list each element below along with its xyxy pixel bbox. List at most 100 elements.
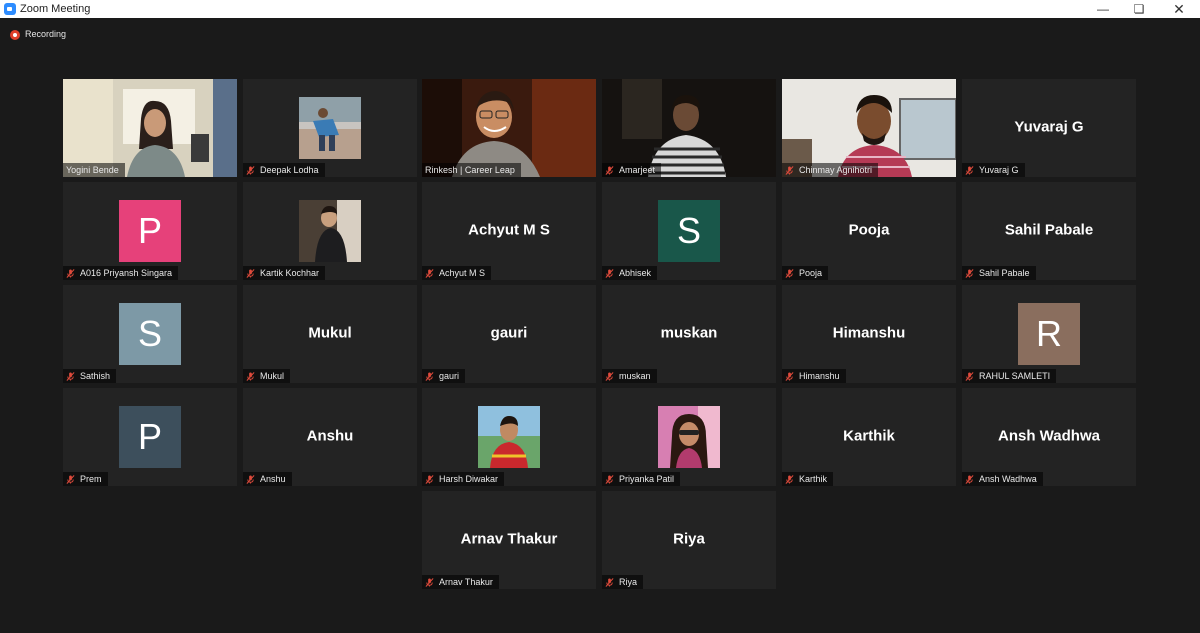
participant-avatar: P [119, 200, 181, 262]
minimize-button[interactable]: — [1086, 0, 1120, 18]
participant-name: Deepak Lodha [260, 165, 319, 175]
participant-name: muskan [619, 371, 651, 381]
mic-muted-icon [965, 166, 974, 175]
participant-name-tag: Sathish [63, 369, 117, 383]
participant-name-tag: Sahil Pabale [962, 266, 1036, 280]
mic-muted-icon [66, 269, 75, 278]
participant-name: Prem [80, 474, 102, 484]
participant-name-tag: Anshu [243, 472, 292, 486]
participant-tile[interactable]: Ansh Wadhwa Ansh Wadhwa [962, 388, 1136, 486]
participant-name: Ansh Wadhwa [979, 474, 1037, 484]
participant-tile[interactable]: Priyanka Patil [602, 388, 776, 486]
participant-name-tag: Prem [63, 472, 108, 486]
participant-tile[interactable]: Mukul Mukul [243, 285, 417, 383]
participant-name-tag: Kartik Kochhar [243, 266, 326, 280]
mic-muted-icon [605, 166, 614, 175]
participant-tile[interactable]: Amarjeet [602, 79, 776, 177]
participant-avatar-photo [478, 406, 540, 468]
participant-name: Rinkesh | Career Leap [425, 165, 515, 175]
mic-muted-icon [605, 372, 614, 381]
mic-muted-icon [246, 372, 255, 381]
participant-tile[interactable]: gauri gauri [422, 285, 596, 383]
participant-tile[interactable]: Achyut M S Achyut M S [422, 182, 596, 280]
participant-avatar-photo [658, 406, 720, 468]
participant-name-tag: Arnav Thakur [422, 575, 499, 589]
participant-tile[interactable]: Yuvaraj G Yuvaraj G [962, 79, 1136, 177]
participant-tile[interactable]: S Sathish [63, 285, 237, 383]
participant-tile[interactable]: Harsh Diwakar [422, 388, 596, 486]
participant-display-name: Riya [673, 530, 705, 548]
participant-tile[interactable]: S Abhisek [602, 182, 776, 280]
participant-name: Chinmay Agnihotri [799, 165, 873, 175]
participant-name-tag: Amarjeet [602, 163, 662, 177]
participant-tile-active-speaker[interactable]: Rinkesh | Career Leap [422, 79, 596, 177]
participant-name: Yuvaraj G [979, 165, 1019, 175]
participant-tile[interactable]: Deepak Lodha [243, 79, 417, 177]
participant-tile[interactable]: R RAHUL SAMLETI [962, 285, 1136, 383]
participant-display-name: Sahil Pabale [1004, 221, 1094, 239]
mic-muted-icon [425, 372, 434, 381]
participant-name: Karthik [799, 474, 828, 484]
participant-avatar: S [658, 200, 720, 262]
mic-muted-icon [246, 269, 255, 278]
participant-tile[interactable]: P Prem [63, 388, 237, 486]
participant-tile[interactable]: Kartik Kochhar [243, 182, 417, 280]
participant-avatar: S [119, 303, 181, 365]
mic-muted-icon [965, 372, 974, 381]
close-button[interactable]: ✕ [1162, 0, 1196, 18]
participant-name-tag: Ansh Wadhwa [962, 472, 1043, 486]
participant-display-name: gauri [490, 324, 528, 342]
participant-name: RAHUL SAMLETI [979, 371, 1051, 381]
participant-tile[interactable]: muskan muskan [602, 285, 776, 383]
participant-avatar-photo [299, 200, 361, 262]
participant-name: Achyut M S [439, 268, 486, 278]
participant-name: Abhisek [619, 268, 652, 278]
participant-display-name: Karthik [843, 427, 895, 445]
title-bar: Zoom Meeting — ❏ ✕ [0, 0, 1200, 18]
participant-name: Sathish [80, 371, 111, 381]
participant-display-name: Yuvaraj G [1014, 118, 1084, 136]
participant-name: A016 Priyansh Singara [80, 268, 173, 278]
participant-name-tag: RAHUL SAMLETI [962, 369, 1057, 383]
mic-muted-icon [66, 372, 75, 381]
participant-name-tag: Yogini Bende [63, 163, 125, 177]
mic-muted-icon [605, 578, 614, 587]
participant-tile[interactable]: Karthik Karthik [782, 388, 956, 486]
participant-name-tag: Achyut M S [422, 266, 492, 280]
participant-name: Pooja [799, 268, 823, 278]
participant-tile[interactable]: Himanshu Himanshu [782, 285, 956, 383]
participant-tile[interactable]: P A016 Priyansh Singara [63, 182, 237, 280]
participant-name: Kartik Kochhar [260, 268, 320, 278]
participant-tile[interactable]: Arnav Thakur Arnav Thakur [422, 491, 596, 589]
participant-name-tag: Chinmay Agnihotri [782, 163, 879, 177]
mic-muted-icon [66, 475, 75, 484]
participant-name-tag: Yuvaraj G [962, 163, 1025, 177]
participant-display-name: Pooja [848, 221, 890, 239]
participant-name: Riya [619, 577, 638, 587]
participant-name: Himanshu [799, 371, 840, 381]
recording-indicator[interactable]: Recording [10, 28, 66, 40]
participant-tile[interactable]: Sahil Pabale Sahil Pabale [962, 182, 1136, 280]
participant-tile[interactable]: Riya Riya [602, 491, 776, 589]
participant-name-tag: Abhisek [602, 266, 658, 280]
participant-name: Sahil Pabale [979, 268, 1030, 278]
participant-name-tag: Deepak Lodha [243, 163, 325, 177]
mic-muted-icon [425, 578, 434, 587]
participant-tile[interactable]: Yogini Bende [63, 79, 237, 177]
maximize-button[interactable]: ❏ [1122, 0, 1156, 18]
participant-name-tag: Karthik [782, 472, 834, 486]
participant-tile[interactable]: Chinmay Agnihotri [782, 79, 956, 177]
mic-muted-icon [785, 475, 794, 484]
window-title: Zoom Meeting [20, 3, 91, 15]
participant-name-tag: Priyanka Patil [602, 472, 681, 486]
participant-name-tag: Riya [602, 575, 644, 589]
participant-tile[interactable]: Anshu Anshu [243, 388, 417, 486]
participant-display-name: Himanshu [832, 324, 906, 342]
mic-muted-icon [425, 269, 434, 278]
mic-muted-icon [605, 475, 614, 484]
recording-icon [10, 29, 20, 40]
participant-tile[interactable]: Pooja Pooja [782, 182, 956, 280]
participant-display-name: muskan [660, 324, 718, 342]
participant-name: Priyanka Patil [619, 474, 675, 484]
mic-muted-icon [246, 475, 255, 484]
